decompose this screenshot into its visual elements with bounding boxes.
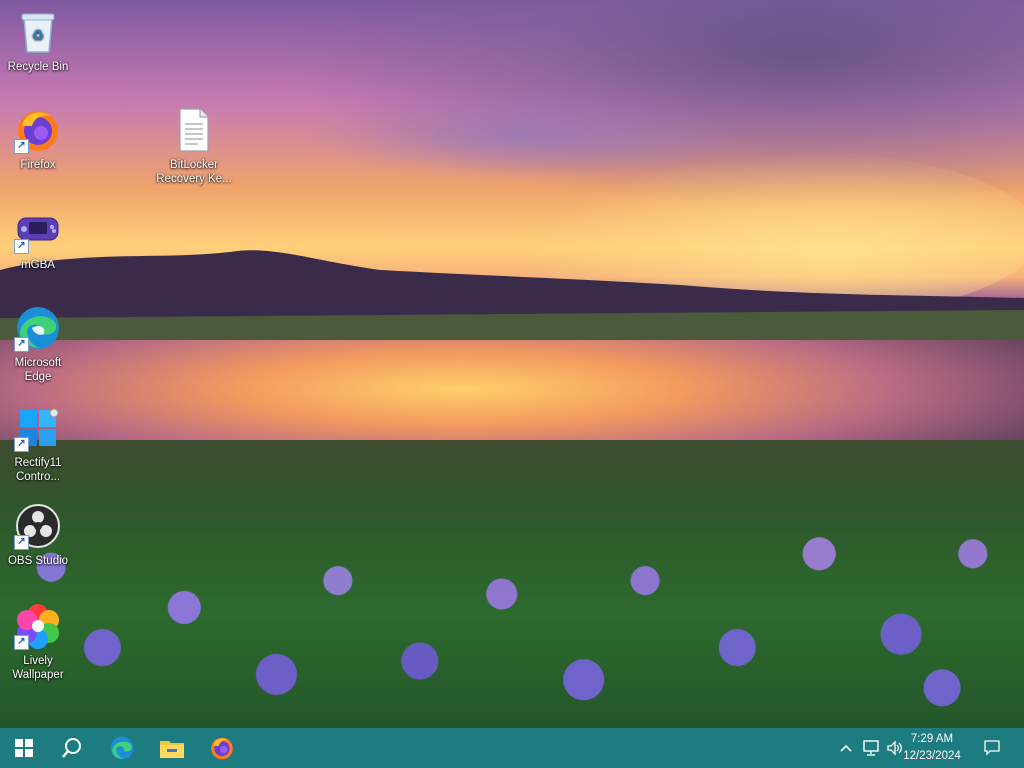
desktop-icon-rectify11[interactable]: ↗ Rectify11 Contro... — [0, 404, 76, 484]
show-hidden-icons-button[interactable] — [836, 728, 856, 768]
recycle-bin-icon: ♻ — [14, 8, 62, 56]
obs-studio-icon: ↗ — [14, 502, 62, 550]
document-icon — [170, 106, 218, 154]
desktop-icon-label: OBS Studio — [7, 555, 69, 567]
search-button[interactable] — [48, 728, 96, 768]
desktop-icon-microsoft-edge[interactable]: ↗ Microsoft Edge — [0, 304, 76, 384]
taskbar-file-explorer-button[interactable] — [148, 728, 196, 768]
shortcut-arrow-icon: ↗ — [14, 337, 29, 352]
taskbar-firefox-button[interactable] — [198, 728, 246, 768]
shortcut-arrow-icon: ↗ — [14, 635, 29, 650]
desktop-icon-label: Rectify11 Contro... — [14, 457, 62, 483]
desktop-icon-lively-wallpaper[interactable]: ↗ Lively Wallpaper — [0, 602, 76, 682]
desktop-icon-bitlocker-recovery[interactable]: BitLocker Recovery Ke... — [156, 106, 232, 186]
firefox-icon — [211, 737, 233, 760]
network-icon — [863, 740, 879, 756]
mgba-icon: ↗ — [14, 206, 62, 254]
svg-text:♻: ♻ — [32, 28, 45, 44]
notification-icon — [984, 740, 1000, 756]
rectify11-icon: ↗ — [14, 404, 62, 452]
desktop-icon-label: Recycle Bin — [7, 61, 69, 73]
clock-time: 7:29 AM — [910, 733, 954, 745]
taskbar: 7:29 AM 12/23/2024 — [0, 728, 1024, 768]
start-button[interactable] — [0, 728, 48, 768]
desktop-icon-label: BitLocker Recovery Ke... — [156, 159, 232, 185]
notification-center-button[interactable] — [978, 728, 1006, 768]
desktop-icon-firefox[interactable]: ↗ Firefox — [0, 106, 76, 172]
desktop-icon-label: mGBA — [21, 259, 55, 271]
desktop-icon-label: Microsoft Edge — [14, 357, 62, 383]
shortcut-arrow-icon: ↗ — [14, 535, 29, 550]
desktop-icon-obs-studio[interactable]: ↗ OBS Studio — [0, 502, 76, 568]
desktop-icon-recycle-bin[interactable]: ♻ Recycle Bin — [0, 8, 76, 74]
edge-icon: ↗ — [14, 304, 62, 352]
desktop-wallpaper — [0, 0, 1024, 728]
desktop-icon-label: Lively Wallpaper — [12, 655, 64, 681]
file-explorer-icon — [160, 741, 184, 758]
edge-icon — [110, 736, 134, 760]
clock-date: 12/23/2024 — [903, 750, 961, 762]
taskbar-edge-button[interactable] — [98, 728, 146, 768]
windows-start-icon — [15, 739, 33, 757]
taskbar-clock[interactable]: 7:29 AM 12/23/2024 — [892, 731, 972, 765]
shortcut-arrow-icon: ↗ — [14, 437, 29, 452]
shortcut-arrow-icon: ↗ — [14, 239, 29, 254]
firefox-icon: ↗ — [14, 106, 62, 154]
search-icon — [62, 738, 81, 758]
chevron-up-icon — [840, 744, 852, 752]
shortcut-arrow-icon: ↗ — [14, 139, 29, 154]
network-button[interactable] — [860, 728, 882, 768]
desktop-icon-mgba[interactable]: ↗ mGBA — [0, 206, 76, 272]
lively-wallpaper-icon: ↗ — [14, 602, 62, 650]
desktop-icon-label: Firefox — [20, 159, 56, 171]
